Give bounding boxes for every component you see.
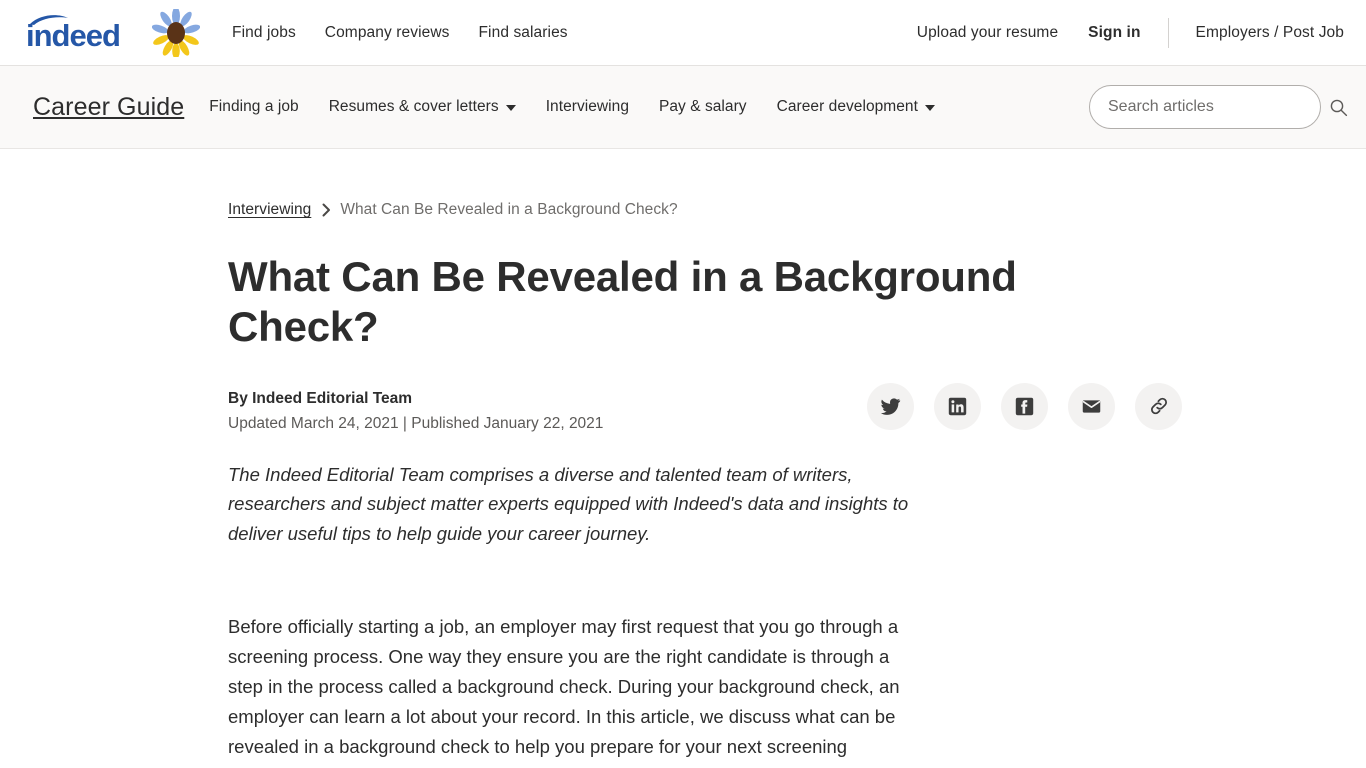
cg-nav-label: Resumes & cover letters xyxy=(328,98,499,115)
breadcrumb: Interviewing What Can Be Revealed in a B… xyxy=(228,149,1326,219)
cg-nav-label: Finding a job xyxy=(209,98,299,115)
indeed-logo-link[interactable]: indeed xyxy=(24,6,201,59)
twitter-icon xyxy=(880,396,901,417)
email-icon xyxy=(1081,396,1102,417)
upload-resume-link[interactable]: Upload your resume xyxy=(917,24,1058,42)
share-email-button[interactable] xyxy=(1068,382,1116,430)
global-nav: indeed Find jobs Company reviews Find sa… xyxy=(0,0,1366,66)
article-main: Interviewing What Can Be Revealed in a B… xyxy=(0,149,1366,768)
byline-row: By Indeed Editorial Team Updated March 2… xyxy=(228,382,1326,436)
svg-text:indeed: indeed xyxy=(26,18,120,51)
cg-nav-label: Career development xyxy=(776,98,918,115)
linkedin-icon xyxy=(948,397,967,416)
share-linkedin-button[interactable] xyxy=(934,382,982,430)
nav-divider xyxy=(1167,17,1169,48)
career-guide-nav: Finding a job Resumes & cover letters In… xyxy=(209,92,935,122)
search-area xyxy=(1089,85,1349,129)
byline-dates: Updated March 24, 2021 | Published Janua… xyxy=(228,415,604,433)
breadcrumb-current: What Can Be Revealed in a Background Che… xyxy=(340,201,678,218)
facebook-icon xyxy=(1015,397,1034,416)
share-twitter-button[interactable] xyxy=(867,382,915,430)
chevron-right-icon xyxy=(322,203,331,217)
cg-nav-resumes-cover-letters[interactable]: Resumes & cover letters xyxy=(329,92,516,122)
nav-find-salaries[interactable]: Find salaries xyxy=(478,24,567,42)
share-facebook-button[interactable] xyxy=(1001,382,1049,430)
search-input[interactable] xyxy=(1089,85,1321,129)
career-guide-title[interactable]: Career Guide xyxy=(33,93,184,122)
indeed-wordmark-icon: indeed xyxy=(24,14,140,51)
breadcrumb-parent-link[interactable]: Interviewing xyxy=(228,201,311,219)
chevron-down-icon xyxy=(924,105,935,111)
career-guide-bar: Career Guide Finding a job Resumes & cov… xyxy=(0,66,1366,149)
byline-author: By Indeed Editorial Team xyxy=(228,389,413,407)
indeed-sunflower-icon xyxy=(151,6,201,59)
editorial-note: The Indeed Editorial Team comprises a di… xyxy=(228,463,909,545)
byline-text: By Indeed Editorial Team Updated March 2… xyxy=(228,386,603,436)
cg-nav-pay-salary[interactable]: Pay & salary xyxy=(659,92,747,122)
cg-nav-interviewing[interactable]: Interviewing xyxy=(546,92,629,122)
search-icon[interactable] xyxy=(1329,98,1349,117)
nav-find-jobs[interactable]: Find jobs xyxy=(232,24,296,42)
cg-nav-label: Interviewing xyxy=(545,98,629,115)
share-link-button[interactable] xyxy=(1135,382,1183,430)
link-icon xyxy=(1148,395,1170,417)
chevron-down-icon xyxy=(505,105,516,111)
cg-nav-finding-a-job[interactable]: Finding a job xyxy=(209,92,298,122)
global-nav-links: Find jobs Company reviews Find salaries xyxy=(232,24,568,42)
cg-nav-career-development[interactable]: Career development xyxy=(777,92,935,122)
article-body-paragraph: Before officially starting a job, an emp… xyxy=(228,616,900,768)
share-buttons xyxy=(867,382,1183,430)
global-nav-right: Upload your resume Sign in Employers / P… xyxy=(917,17,1344,48)
nav-company-reviews[interactable]: Company reviews xyxy=(325,24,450,42)
sign-in-link[interactable]: Sign in xyxy=(1088,24,1140,42)
cg-nav-label: Pay & salary xyxy=(659,98,747,115)
employers-post-job-link[interactable]: Employers / Post Job xyxy=(1196,24,1344,42)
page-title: What Can Be Revealed in a Background Che… xyxy=(228,253,1017,351)
